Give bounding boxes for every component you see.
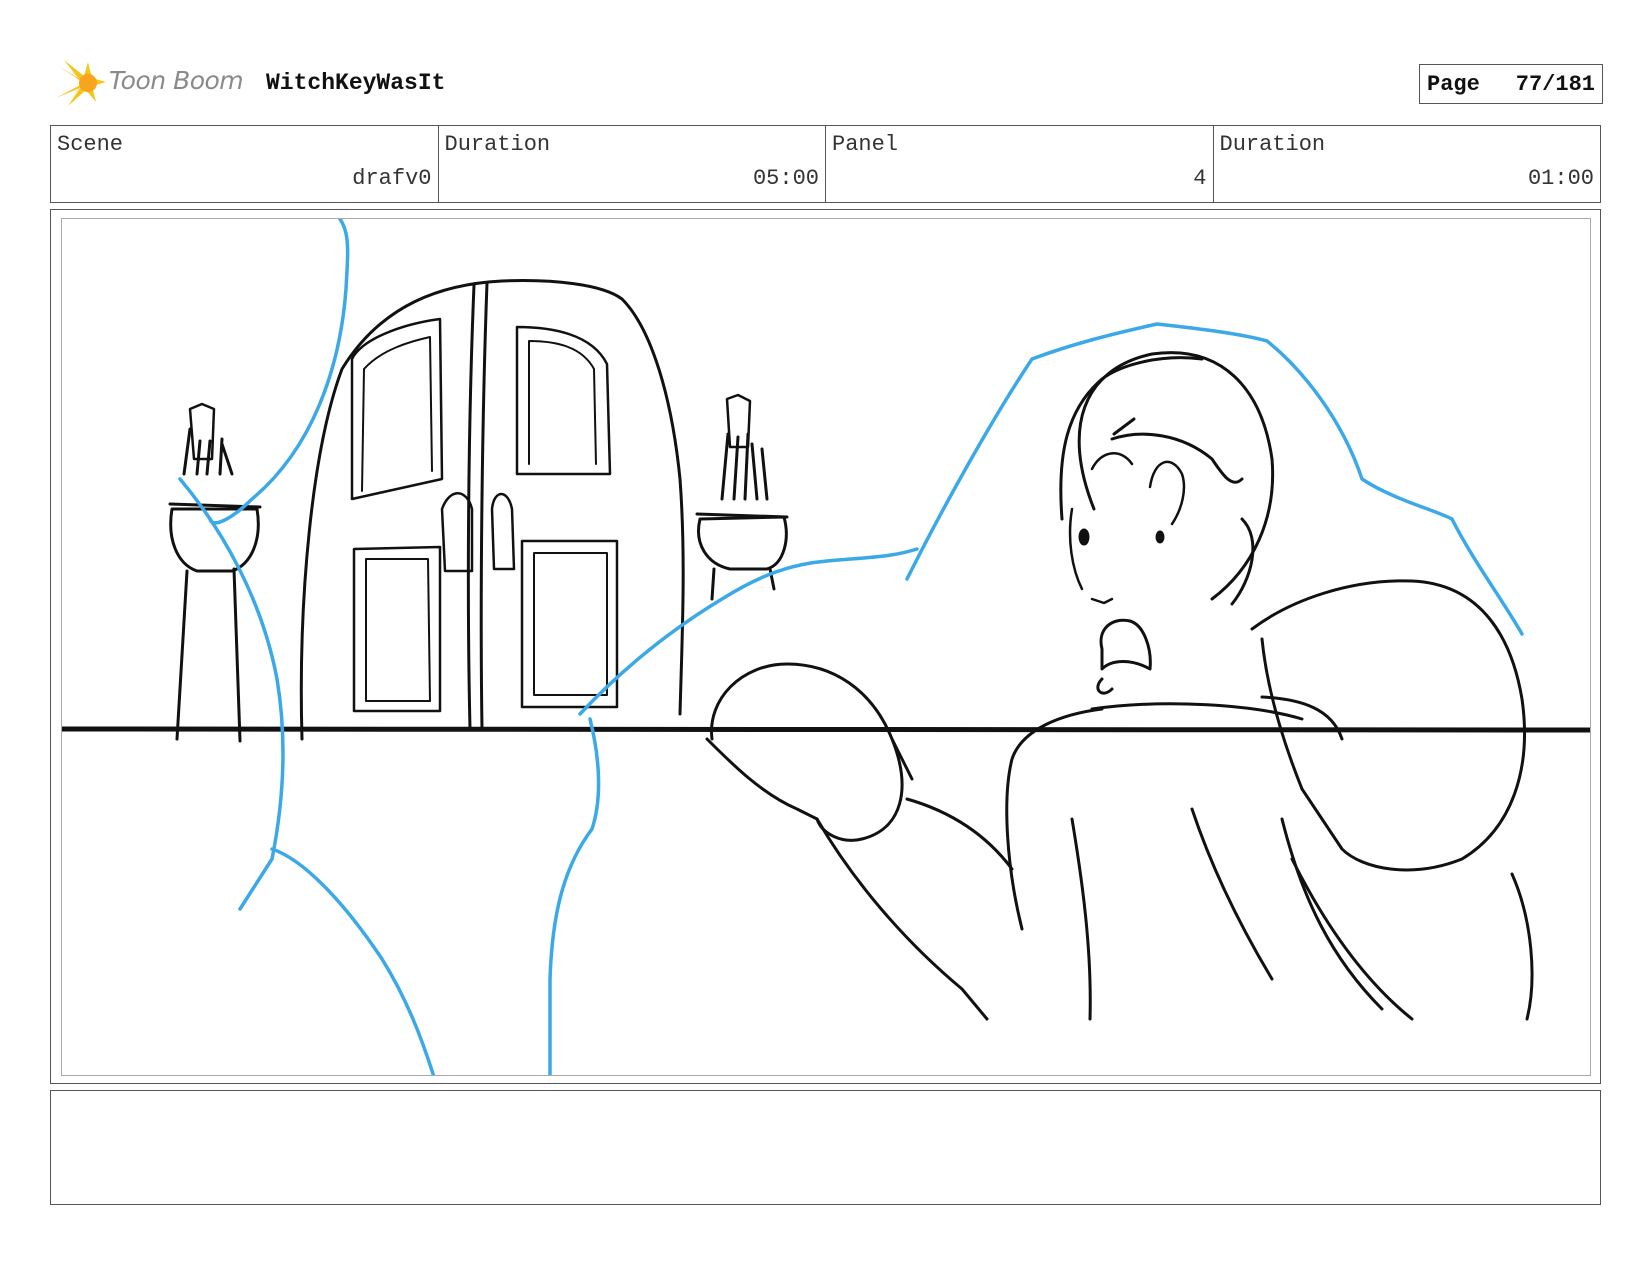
scene-label: Scene [57,132,124,157]
page-label: Page [1427,72,1480,97]
toon-boom-logo: Toon Boom [54,58,254,108]
floor-line [62,726,1590,733]
panel-duration-cell: Duration 01:00 [1214,126,1601,202]
panel-cell: Panel 4 [826,126,1214,202]
panel-duration-value: 01:00 [1527,166,1594,191]
storyboard-panel-image [61,218,1591,1076]
page-number: 77/181 [1515,72,1595,97]
panel-label: Panel [832,132,899,157]
sketch-drawing [62,219,1590,1075]
scene-value: drafv0 [352,166,432,191]
panel-info-table: Scene drafv0 Duration 05:00 Panel 4 Dura… [50,125,1601,203]
scene-duration-label: Duration [444,132,551,157]
star-burst-icon [56,60,106,106]
scene-duration-value: 05:00 [752,166,819,191]
page-header: Toon Boom WitchKeyWasIt Page 77/181 [54,58,1614,108]
scene-cell: Scene drafv0 [51,126,439,202]
panel-notes-box [50,1090,1601,1205]
scene-duration-cell: Duration 05:00 [439,126,826,202]
project-title: WitchKeyWasIt [266,70,446,96]
background-sketch [62,279,1590,1021]
blue-guide-lines [178,219,1524,1075]
logo-text: Toon Boom [109,66,244,95]
panel-value: 4 [1193,166,1207,191]
page-counter: Page 77/181 [1419,64,1603,104]
panel-duration-label: Duration [1219,132,1326,157]
